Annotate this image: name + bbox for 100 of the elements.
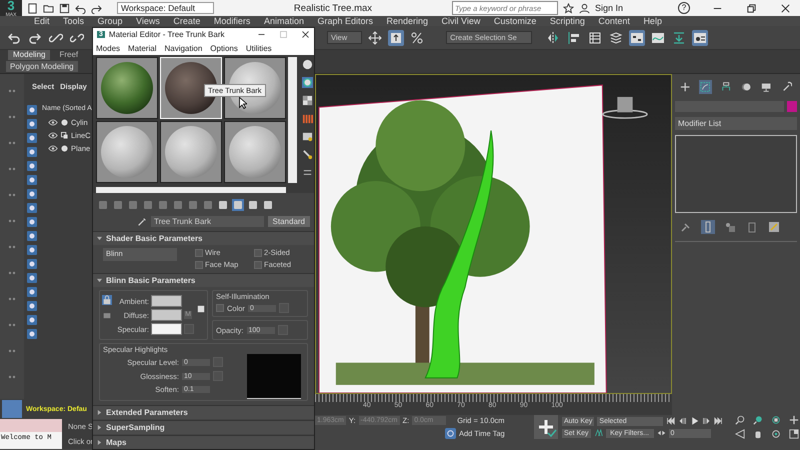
checker-background-icon[interactable]: [302, 95, 313, 106]
eyedropper-icon[interactable]: [137, 216, 147, 226]
play-icon[interactable]: [690, 417, 700, 425]
zoom-all-icon[interactable]: [753, 415, 764, 425]
filter-toggle-icon[interactable]: [27, 147, 37, 157]
menu-item[interactable]: Scripting: [550, 16, 585, 26]
filter-toggle-icon[interactable]: [27, 259, 37, 269]
menu-item[interactable]: Civil View: [442, 16, 480, 26]
menu-item[interactable]: Navigation: [164, 44, 202, 53]
filter-toggle-icon[interactable]: [27, 105, 37, 115]
menu-item[interactable]: Graph Editors: [317, 16, 373, 26]
backlight-icon[interactable]: [302, 77, 313, 88]
menu-item[interactable]: Help: [643, 16, 662, 26]
filter-toggle-icon[interactable]: [27, 203, 37, 213]
modifier-stack-list[interactable]: [675, 135, 797, 213]
new-file-icon[interactable]: [27, 2, 38, 14]
maximize-viewport-icon[interactable]: [789, 429, 800, 439]
collapsed-arrow-icon[interactable]: [97, 425, 102, 430]
trunk-model-drawing[interactable]: [424, 130, 494, 378]
filter-toggle-icon[interactable]: [27, 133, 37, 143]
restore-icon[interactable]: [746, 2, 757, 14]
menu-item[interactable]: Content: [598, 16, 630, 26]
zoom-icon[interactable]: [735, 415, 746, 425]
filter-toggle-icon[interactable]: [27, 329, 37, 339]
material-sample-slot[interactable]: [96, 57, 158, 119]
filter-toggle-icon[interactable]: [27, 273, 37, 283]
collapsed-arrow-icon[interactable]: [97, 440, 102, 445]
color-swatch[interactable]: [151, 323, 182, 335]
rollout-title[interactable]: SuperSampling: [106, 423, 165, 432]
color-swatch[interactable]: [151, 309, 182, 321]
menu-item[interactable]: Utilities: [246, 44, 272, 53]
modifier-list-dropdown[interactable]: Modifier List: [675, 117, 797, 130]
redo-icon[interactable]: [91, 2, 102, 14]
move-icon[interactable]: [367, 30, 384, 46]
save-icon[interactable]: [59, 2, 70, 14]
expanded-arrow-icon[interactable]: [97, 236, 102, 241]
horizontal-scrollbar[interactable]: [96, 187, 286, 193]
filter-toggle-icon[interactable]: [27, 217, 37, 227]
ribbon-tab[interactable]: Modeling: [8, 50, 50, 60]
percent-snap-icon[interactable]: [409, 30, 426, 46]
maxscript-input-field[interactable]: [0, 419, 62, 432]
menu-item[interactable]: Views: [136, 16, 160, 26]
set-key-plus-icon[interactable]: [534, 415, 558, 439]
eye-icon[interactable]: [48, 119, 58, 126]
sphere-icon[interactable]: [302, 59, 313, 70]
next-frame-icon[interactable]: [702, 417, 712, 425]
checkbox[interactable]: [254, 260, 262, 268]
create-plus-icon[interactable]: [679, 80, 692, 94]
material-sample-slot[interactable]: [160, 121, 222, 183]
menu-item[interactable]: Animation: [264, 16, 304, 26]
eye-icon[interactable]: [48, 132, 58, 139]
wrench-icon[interactable]: [780, 80, 793, 94]
time-tag-icon[interactable]: [445, 428, 456, 438]
menu-item[interactable]: Material: [128, 44, 156, 53]
schematic-view-icon[interactable]: [628, 30, 645, 46]
help-button[interactable]: ?: [678, 2, 690, 14]
filter-toggle-icon[interactable]: [27, 231, 37, 241]
video-check-icon[interactable]: [302, 131, 313, 142]
material-sample-slot[interactable]: [96, 121, 158, 183]
checkbox[interactable]: [216, 304, 224, 312]
menu-item[interactable]: Options: [210, 44, 238, 53]
hand-icon[interactable]: [753, 429, 764, 439]
menu-item[interactable]: Group: [98, 16, 123, 26]
menu-item[interactable]: Modifiers: [214, 16, 250, 26]
menu-item[interactable]: Tools: [63, 16, 84, 26]
align-icon[interactable]: [566, 30, 582, 46]
eye-icon[interactable]: [48, 145, 58, 152]
filter-toggle-icon[interactable]: [27, 119, 37, 129]
ribbon-panel-tab[interactable]: Polygon Modeling: [6, 61, 78, 72]
menu-item[interactable]: Edit: [34, 16, 50, 26]
filter-toggle-icon[interactable]: [27, 315, 37, 325]
options-icon[interactable]: [302, 167, 313, 178]
color-bars-icon[interactable]: [302, 113, 313, 124]
checkbox[interactable]: [254, 248, 262, 256]
make-preview-icon[interactable]: [302, 149, 313, 160]
menu-item[interactable]: Rendering: [386, 16, 428, 26]
filter-toggle-icon[interactable]: [27, 175, 37, 185]
workspace-dropdown[interactable]: Workspace: Default: [117, 2, 214, 14]
filter-toggle-icon[interactable]: [27, 189, 37, 199]
color-swatch[interactable]: [151, 295, 182, 307]
object-color-swatch[interactable]: [787, 101, 797, 112]
close-icon[interactable]: [301, 30, 310, 40]
previous-frame-icon[interactable]: [678, 417, 688, 425]
select-object-icon[interactable]: [388, 30, 404, 46]
field-of-view-icon[interactable]: [735, 429, 746, 439]
collapsed-arrow-icon[interactable]: [97, 410, 102, 415]
undo-icon[interactable]: [75, 2, 86, 14]
checkbox[interactable]: [195, 248, 203, 256]
viewcube-icon[interactable]: [601, 95, 649, 120]
checkbox[interactable]: [195, 260, 203, 268]
render-setup-icon[interactable]: [692, 30, 708, 46]
modify-icon[interactable]: [699, 80, 712, 94]
ribbon-tab[interactable]: Freef: [54, 50, 84, 60]
configure-sets-icon[interactable]: [767, 220, 781, 234]
open-folder-icon[interactable]: [43, 2, 54, 14]
rollout-title[interactable]: Maps: [106, 438, 126, 447]
expanded-arrow-icon[interactable]: [97, 278, 102, 283]
star-icon[interactable]: [562, 2, 574, 14]
material-type-button[interactable]: Standard: [268, 216, 310, 227]
vertical-scrollbar[interactable]: [288, 57, 297, 183]
